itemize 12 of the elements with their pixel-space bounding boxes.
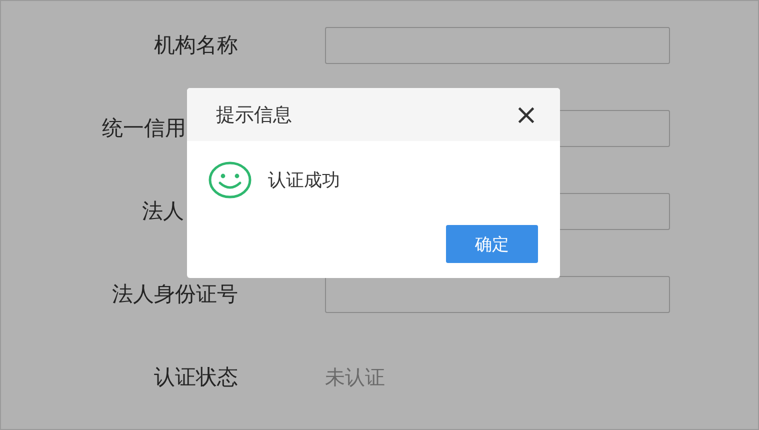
field-label: 法人: [142, 198, 184, 225]
field-label: 统一信用: [102, 115, 186, 142]
smiley-icon: [208, 161, 252, 199]
status-value: 未认证: [325, 364, 385, 390]
input-field[interactable]: [325, 26, 670, 64]
dialog-title: 提示信息: [216, 102, 292, 128]
close-button[interactable]: ×: [514, 100, 538, 128]
input-field[interactable]: [325, 276, 670, 312]
dialog-message: 认证成功: [268, 169, 340, 192]
field-label: 机构名称: [154, 32, 238, 59]
field-label: 认证状态: [154, 364, 238, 391]
field-label: 法人身份证号: [112, 281, 238, 308]
